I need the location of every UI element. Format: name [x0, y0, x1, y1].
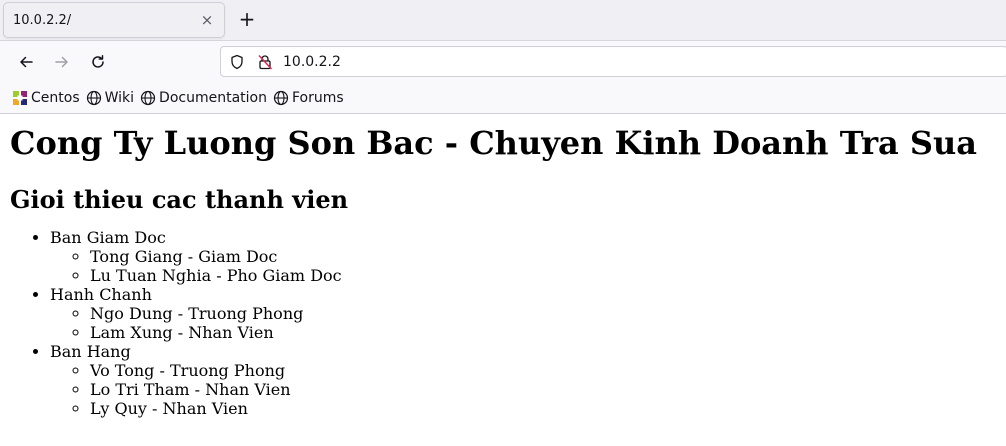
department-item: Ban Giam Doc Tong Giang - Giam Doc Lu Tu…: [50, 228, 996, 285]
page-title: Cong Ty Luong Son Bac - Chuyen Kinh Doan…: [10, 124, 978, 162]
bookmarks-toolbar: Centos Wiki Documentation Forums: [0, 82, 1006, 114]
member-item: Lo Tri Tham - Nhan Vien: [90, 380, 996, 399]
bookmark-centos[interactable]: Centos: [12, 90, 80, 106]
tab-title: 10.0.2.2/: [13, 12, 72, 28]
url-bar[interactable]: 10.0.2.2: [220, 46, 1006, 77]
centos-logo-icon: [13, 90, 27, 105]
bookmark-label: Forums: [291, 89, 344, 106]
department-name: Hanh Chanh: [50, 285, 152, 304]
bookmark-wiki[interactable]: Wiki: [86, 90, 134, 106]
shield-icon[interactable]: [227, 52, 247, 72]
bookmark-label: Centos: [31, 89, 80, 106]
member-list: Ngo Dung - Truong Phong Lam Xung - Nhan …: [50, 304, 996, 342]
department-name: Ban Giam Doc: [50, 228, 166, 247]
close-tab-icon[interactable]: ×: [198, 11, 216, 29]
back-arrow-icon: [20, 56, 33, 68]
browser-tab[interactable]: 10.0.2.2/ ×: [3, 2, 225, 38]
member-item: Ly Quy - Nhan Vien: [90, 399, 996, 418]
department-name: Ban Hang: [50, 342, 131, 361]
department-list: Ban Giam Doc Tong Giang - Giam Doc Lu Tu…: [10, 228, 996, 418]
url-text[interactable]: 10.0.2.2: [283, 54, 341, 70]
insecure-lock-icon[interactable]: [255, 52, 275, 72]
member-item: Vo Tong - Truong Phong: [90, 361, 996, 380]
page-content: Cong Ty Luong Son Bac - Chuyen Kinh Doan…: [0, 123, 1006, 418]
member-item: Ngo Dung - Truong Phong: [90, 304, 996, 323]
bookmark-documentation[interactable]: Documentation: [140, 90, 267, 106]
bookmark-label: Wiki: [104, 89, 135, 106]
reload-icon: [92, 55, 104, 68]
navigation-bar: 10.0.2.2: [0, 41, 1006, 82]
member-list: Vo Tong - Truong Phong Lo Tri Tham - Nha…: [50, 361, 996, 418]
member-item: Tong Giang - Giam Doc: [90, 247, 996, 266]
department-item: Ban Hang Vo Tong - Truong Phong Lo Tri T…: [50, 342, 996, 418]
member-item: Lu Tuan Nghia - Pho Giam Doc: [90, 266, 996, 285]
globe-icon: [140, 90, 156, 105]
bookmark-label: Documentation: [159, 89, 267, 106]
forward-button[interactable]: [50, 50, 74, 74]
reload-button[interactable]: [86, 50, 110, 74]
browser-chrome: 10.0.2.2/ × + 10.0.2.2 Centos Wiki Docum…: [0, 0, 1006, 114]
department-item: Hanh Chanh Ngo Dung - Truong Phong Lam X…: [50, 285, 996, 342]
globe-icon: [86, 90, 101, 105]
bookmark-forums[interactable]: Forums: [273, 90, 344, 106]
member-list: Tong Giang - Giam Doc Lu Tuan Nghia - Ph…: [50, 247, 996, 285]
back-button[interactable]: [14, 50, 38, 74]
globe-icon: [273, 90, 289, 105]
tab-strip: 10.0.2.2/ × +: [0, 0, 1006, 41]
section-title: Gioi thieu cac thanh vien: [10, 185, 349, 214]
forward-arrow-icon: [55, 56, 68, 68]
member-item: Lam Xung - Nhan Vien: [90, 323, 996, 342]
new-tab-button[interactable]: +: [236, 7, 258, 31]
